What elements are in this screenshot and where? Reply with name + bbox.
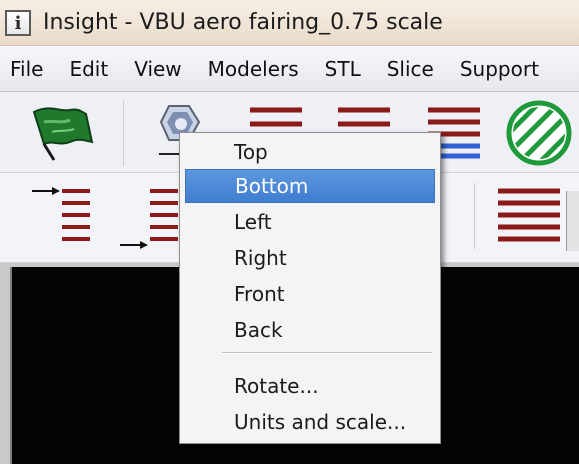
menu-item-back[interactable]: Back [185,313,435,347]
menu-view[interactable]: View [134,57,181,81]
menu-item-top[interactable]: Top [185,135,435,169]
menu-bar: File Edit View Modelers STL Slice Suppor… [0,46,579,92]
menu-file[interactable]: File [10,57,43,81]
menu-separator [222,352,432,354]
menu-modelers[interactable]: Modelers [208,57,299,81]
app-icon[interactable]: i [5,10,31,36]
toolbar-overflow-edge [566,191,579,251]
menu-stl[interactable]: STL [325,57,361,81]
arrow-stacked-lines-icon[interactable] [116,181,182,257]
view-orientation-menu: Top Bottom Left Right Front Back Rotate.… [179,132,441,444]
green-flag-icon[interactable] [30,102,100,166]
menu-item-right[interactable]: Right [185,241,435,275]
toolbar-separator [474,183,476,249]
menu-item-front[interactable]: Front [185,277,435,311]
stacked-lines-icon[interactable] [494,183,564,249]
arrow-stacked-lines-icon[interactable] [28,181,94,247]
window-title: Insight - VBU aero fairing_0.75 scale [43,10,443,35]
menu-edit[interactable]: Edit [69,57,108,81]
menu-item-rotate[interactable]: Rotate... [185,369,435,403]
menu-support[interactable]: Support [460,57,539,81]
menu-item-left[interactable]: Left [185,205,435,239]
menu-slice[interactable]: Slice [387,57,434,81]
title-bar: i Insight - VBU aero fairing_0.75 scale [0,0,579,46]
hatched-circle-icon[interactable] [504,98,574,168]
toolbar-separator [123,100,125,166]
menu-item-bottom[interactable]: Bottom [185,169,435,203]
menu-item-units-and-scale[interactable]: Units and scale... [185,405,435,439]
